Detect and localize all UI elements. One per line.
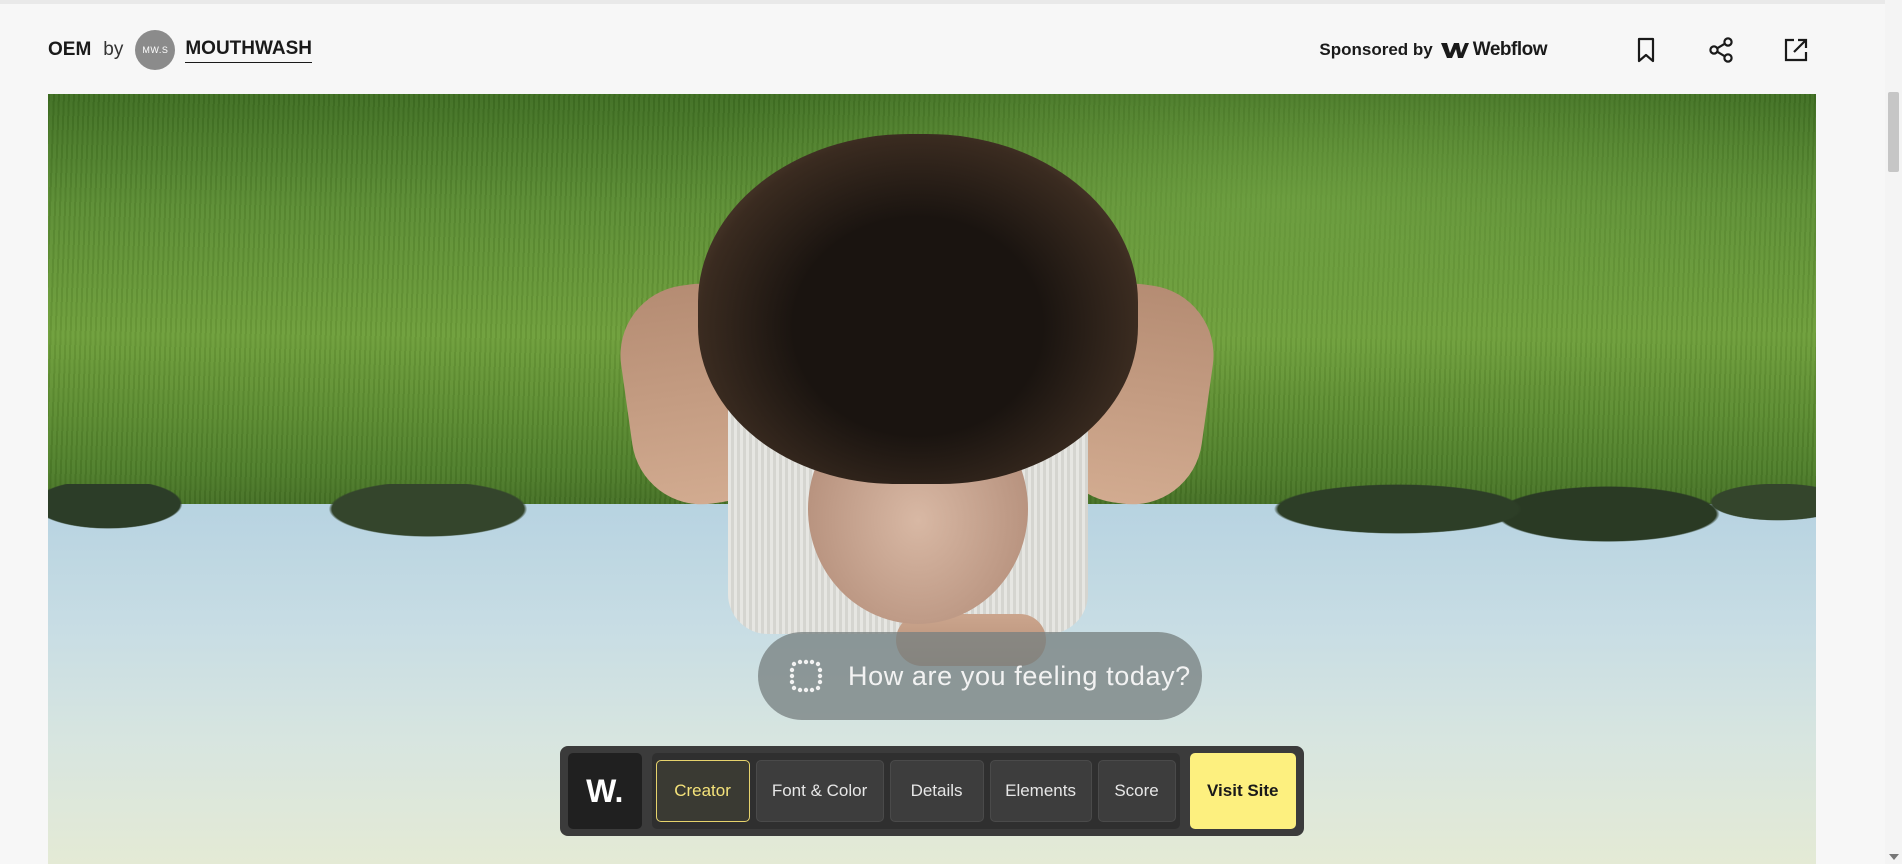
feeling-prompt[interactable]: How are you feeling today? (758, 632, 1202, 720)
webflow-logo[interactable]: Webflow (1440, 39, 1548, 61)
tab-details[interactable]: Details (889, 760, 984, 822)
open-external-button[interactable] (1776, 30, 1816, 70)
site-info: OEM by MW.S MOUTHWASH (48, 30, 313, 70)
tab-font-color[interactable]: Font & Color (755, 760, 884, 822)
webflow-icon (1440, 43, 1469, 58)
toolbar-tabs: Creator Font & Color Details Elements Sc… (651, 753, 1180, 829)
loading-dots-icon (789, 659, 823, 693)
page-scrollbar[interactable] (1885, 0, 1902, 864)
share-icon (1709, 37, 1733, 63)
header-actions: Sponsored by Webflow (1319, 30, 1816, 70)
tab-creator[interactable]: Creator (655, 760, 750, 822)
creator-link[interactable]: MOUTHWASH (185, 38, 313, 63)
visit-site-button[interactable]: Visit Site (1189, 753, 1296, 829)
tab-score[interactable]: Score (1097, 760, 1176, 822)
scroll-down-arrow-icon[interactable] (1889, 854, 1899, 860)
site-header: OEM by MW.S MOUTHWASH Sponsored by Webfl… (48, 28, 1816, 72)
tab-elements[interactable]: Elements (989, 760, 1092, 822)
external-link-icon (1784, 38, 1808, 62)
scrollbar-thumb[interactable] (1888, 92, 1899, 172)
sponsored-label: Sponsored by (1319, 40, 1433, 59)
bookmark-icon (1637, 37, 1655, 63)
figure-hair (698, 134, 1138, 484)
webflow-wordmark: Webflow (1472, 39, 1548, 60)
feeling-prompt-text: How are you feeling today? (848, 660, 1191, 691)
by-label: by (103, 39, 124, 60)
top-border (0, 0, 1902, 4)
site-name: OEM (48, 39, 92, 60)
w-logo[interactable]: W. (568, 753, 642, 829)
bookmark-button[interactable] (1626, 30, 1666, 70)
bottom-toolbar: W. Creator Font & Color Details Elements… (560, 746, 1304, 836)
share-button[interactable] (1701, 30, 1741, 70)
creator-avatar[interactable]: MW.S (135, 30, 176, 70)
